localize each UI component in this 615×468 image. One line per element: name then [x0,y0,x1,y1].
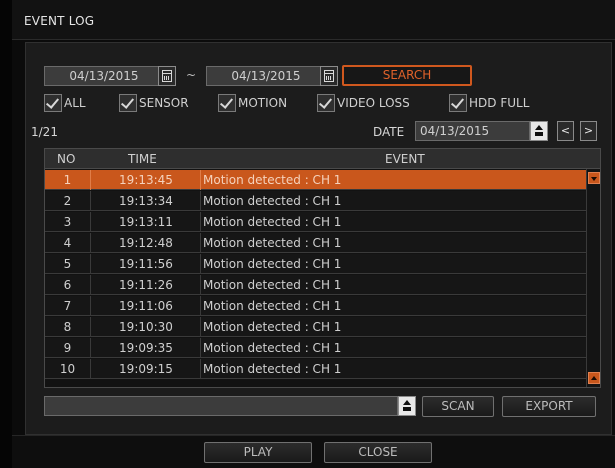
scroll-up-icon[interactable] [588,372,600,384]
checkmark-icon [317,94,335,112]
table-row[interactable]: 9 19:09:35 Motion detected : CH 1 [45,338,586,358]
arrow-up-icon [535,125,543,130]
row-no: 6 [63,278,72,292]
column-header-no: NO [57,152,76,166]
search-button[interactable]: SEARCH [342,65,472,86]
calendar-icon [324,70,334,82]
page-indicator: 1/21 [31,125,58,139]
row-no: 8 [63,320,72,334]
table-row[interactable]: 5 19:11:56 Motion detected : CH 1 [45,254,586,274]
calendar-icon [162,70,172,82]
filter-motion-checkbox[interactable]: MOTION [218,93,287,113]
date-range-separator: ~ [186,68,197,82]
table-row[interactable]: 4 19:12:48 Motion detected : CH 1 [45,233,586,253]
event-table: NO TIME EVENT 1 19:13:45 Motion detected… [44,148,601,388]
table-row[interactable]: 6 19:11:26 Motion detected : CH 1 [45,275,586,295]
filter-hdd-full-label: HDD FULL [469,96,530,110]
row-event: Motion detected : CH 1 [203,278,342,292]
row-no: 7 [63,299,72,313]
filter-sensor-checkbox[interactable]: SENSOR [119,93,189,113]
row-no: 5 [63,257,72,271]
column-header-event: EVENT [385,152,425,166]
row-event: Motion detected : CH 1 [203,257,342,271]
from-date-field[interactable]: 04/13/2015 [44,66,164,86]
row-no: 3 [63,215,72,229]
table-header: NO TIME EVENT [45,149,600,169]
checkmark-icon [44,94,62,112]
filter-video-loss-checkbox[interactable]: VIDEO LOSS [317,93,410,113]
row-event: Motion detected : CH 1 [203,362,342,376]
row-event: Motion detected : CH 1 [203,299,342,313]
export-button[interactable]: EXPORT [502,396,596,417]
filter-sensor-label: SENSOR [139,96,189,110]
table-row[interactable]: 10 19:09:15 Motion detected : CH 1 [45,359,586,379]
checkmark-icon [119,94,137,112]
date-label: DATE [373,125,405,139]
row-time: 19:13:11 [119,215,173,229]
date-spin-button[interactable] [530,121,548,141]
next-page-button[interactable]: > [580,121,597,141]
window-title: EVENT LOG [24,14,95,28]
filter-all-label: ALL [64,96,86,110]
arrow-up-icon [403,400,411,405]
table-row[interactable]: 8 19:10:30 Motion detected : CH 1 [45,317,586,337]
row-time: 19:13:34 [119,194,173,208]
footer-bar [12,435,615,468]
row-time: 19:11:06 [119,299,173,313]
scroll-down-icon[interactable] [588,172,600,184]
row-time: 19:11:56 [119,257,173,271]
checkmark-icon [218,94,236,112]
row-event: Motion detected : CH 1 [203,194,342,208]
play-button[interactable]: PLAY [204,442,312,463]
filter-motion-label: MOTION [238,96,288,110]
close-button[interactable]: CLOSE [324,442,432,463]
filter-all-checkbox[interactable]: ALL [44,93,86,113]
row-no: 10 [59,362,76,376]
row-no: 9 [63,341,72,355]
prev-page-button[interactable]: < [557,121,574,141]
checkmark-icon [449,94,467,112]
scan-button[interactable]: SCAN [422,396,494,417]
row-time: 19:13:45 [119,173,173,187]
row-no: 4 [63,236,72,250]
row-time: 19:10:30 [119,320,173,334]
row-event: Motion detected : CH 1 [203,341,342,355]
filter-hdd-full-checkbox[interactable]: HDD FULL [449,93,529,113]
event-log-window: EVENT LOG 04/13/2015 ~ 04/13/2015 SEARCH… [12,0,615,468]
column-header-time: TIME [128,152,157,166]
export-path-spin-button[interactable] [398,396,416,416]
row-no: 2 [63,194,72,208]
table-scrollbar[interactable] [586,169,600,387]
table-row[interactable]: 3 19:13:11 Motion detected : CH 1 [45,212,586,232]
row-event: Motion detected : CH 1 [203,215,342,229]
row-time: 19:09:35 [119,341,173,355]
table-row[interactable]: 7 19:11:06 Motion detected : CH 1 [45,296,586,316]
row-no: 1 [63,173,72,187]
row-time: 19:09:15 [119,362,173,376]
row-event: Motion detected : CH 1 [203,320,342,334]
row-event: Motion detected : CH 1 [203,236,342,250]
from-date-calendar-button[interactable] [158,66,176,86]
row-time: 19:12:48 [119,236,173,250]
table-row[interactable]: 2 19:13:34 Motion detected : CH 1 [45,191,586,211]
title-bar: EVENT LOG [12,0,615,40]
chevron-left-icon: < [560,124,571,137]
chevron-right-icon: > [583,124,594,137]
filter-video-loss-label: VIDEO LOSS [337,96,410,110]
export-path-field[interactable] [44,396,398,416]
row-time: 19:11:26 [119,278,173,292]
to-date-field[interactable]: 04/13/2015 [206,66,326,86]
date-field[interactable]: 04/13/2015 [415,121,530,141]
to-date-calendar-button[interactable] [320,66,338,86]
table-row[interactable]: 1 19:13:45 Motion detected : CH 1 [45,170,586,190]
row-event: Motion detected : CH 1 [203,173,342,187]
